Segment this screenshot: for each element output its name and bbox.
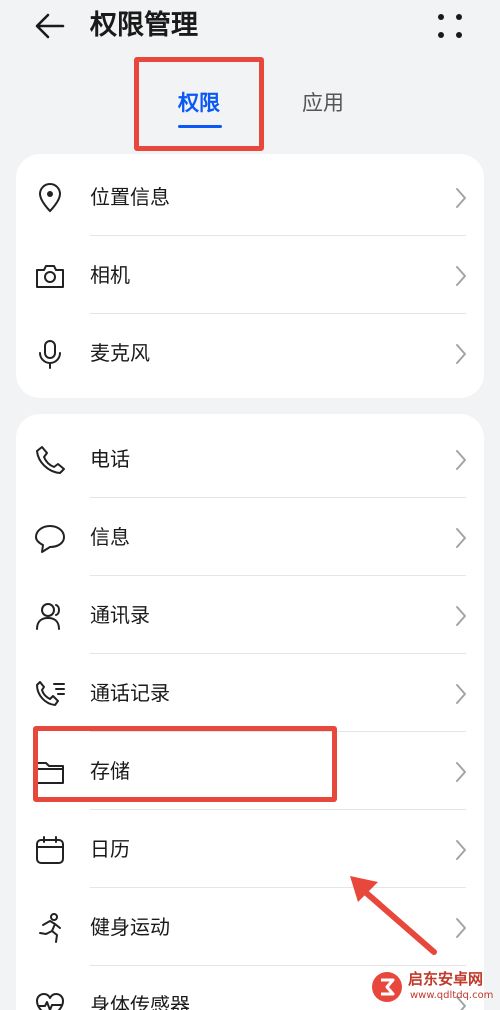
list-item-call-log[interactable]: 通话记录 xyxy=(16,654,484,732)
tab-active-indicator xyxy=(178,125,222,128)
list-item-label: 麦克风 xyxy=(90,341,150,365)
watermark: 启东安卓网 www.qdltdq.com xyxy=(368,966,500,1010)
list-item-calendar[interactable]: 日历 xyxy=(16,810,484,888)
camera-icon xyxy=(36,265,64,288)
chevron-right-icon xyxy=(456,918,466,938)
list-item-label: 相机 xyxy=(90,263,130,287)
list-item-fitness[interactable]: 健身运动 xyxy=(16,888,484,966)
chevron-right-icon xyxy=(456,606,466,626)
list-item-contacts[interactable]: 通讯录 xyxy=(16,576,484,654)
page-title: 权限管理 xyxy=(90,10,198,41)
app-header: 权限管理 xyxy=(0,0,500,56)
list-item-label: 信息 xyxy=(90,525,130,549)
tab-permissions[interactable]: 权限 xyxy=(178,88,220,118)
watermark-logo-icon xyxy=(372,972,402,1002)
list-item-label: 电话 xyxy=(90,447,130,471)
chevron-right-icon xyxy=(456,840,466,860)
watermark-url: www.qdltdq.com xyxy=(410,990,494,1001)
list-item-label: 健身运动 xyxy=(90,915,170,939)
message-bubble-icon xyxy=(35,525,65,553)
list-item-label: 通话记录 xyxy=(90,681,170,705)
list-item-label: 通讯录 xyxy=(90,603,150,627)
list-item-label: 身体传感器 xyxy=(90,993,190,1010)
chevron-right-icon xyxy=(456,188,466,208)
list-item-microphone[interactable]: 麦克风 xyxy=(16,314,484,392)
list-item-messages[interactable]: 信息 xyxy=(16,498,484,576)
chevron-right-icon xyxy=(456,266,466,286)
back-button[interactable] xyxy=(28,6,72,46)
calendar-icon xyxy=(36,836,64,864)
folder-icon xyxy=(36,762,64,784)
microphone-icon xyxy=(39,340,61,369)
list-item-camera[interactable]: 相机 xyxy=(16,236,484,314)
list-item-label: 存储 xyxy=(90,759,130,783)
heart-rate-icon xyxy=(36,993,64,1010)
list-item-label: 位置信息 xyxy=(90,185,170,209)
list-item-storage[interactable]: 存储 xyxy=(16,732,484,810)
list-item-label: 日历 xyxy=(90,837,130,861)
chevron-right-icon xyxy=(456,528,466,548)
permission-group-secondary: 电话 信息 通讯录 通话记录 存储 日历 健身运动 身体传感器 xyxy=(16,414,484,1010)
tab-bar: 权限 应用 xyxy=(0,62,500,146)
call-log-icon xyxy=(36,681,65,706)
phone-icon xyxy=(36,446,65,474)
tab-apps[interactable]: 应用 xyxy=(302,88,344,118)
chevron-right-icon xyxy=(456,684,466,704)
watermark-text: 启东安卓网 xyxy=(408,970,484,988)
more-options-button[interactable] xyxy=(428,6,472,46)
permission-management-page: 权限管理 权限 应用 位置信息 相机 麦克风 电话 信息 通讯录 通话记录 存储… xyxy=(0,0,500,1010)
list-item-phone[interactable]: 电话 xyxy=(16,420,484,498)
running-icon xyxy=(39,913,61,943)
more-dots-icon xyxy=(438,14,462,38)
location-pin-icon xyxy=(38,183,62,213)
chevron-right-icon xyxy=(456,344,466,364)
chevron-right-icon xyxy=(456,450,466,470)
permission-group-primary: 位置信息 相机 麦克风 xyxy=(16,154,484,398)
chevron-right-icon xyxy=(456,762,466,782)
list-item-location[interactable]: 位置信息 xyxy=(16,158,484,236)
contacts-icon xyxy=(36,603,60,630)
back-arrow-icon xyxy=(35,13,65,39)
